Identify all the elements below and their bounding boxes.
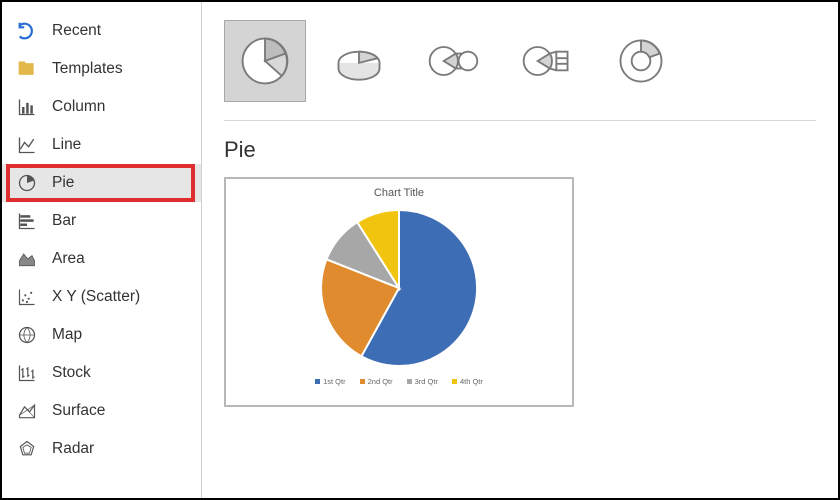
legend-item: 3rd Qtr <box>407 377 438 386</box>
chart-preview[interactable]: Chart Title 1st Qt <box>224 177 574 407</box>
column-chart-icon <box>16 96 38 118</box>
area-chart-icon <box>16 248 38 270</box>
templates-icon <box>16 58 38 80</box>
sidebar-item-recent[interactable]: Recent <box>2 12 201 50</box>
sidebar-item-label: Map <box>52 326 82 344</box>
legend-item: 1st Qtr <box>315 377 346 386</box>
subtype-pie-of-pie[interactable] <box>412 20 494 102</box>
sidebar-item-scatter[interactable]: X Y (Scatter) <box>2 278 201 316</box>
subtype-3d-pie[interactable] <box>318 20 400 102</box>
sidebar-item-pie[interactable]: Pie <box>2 164 201 202</box>
surface-chart-icon <box>16 400 38 422</box>
sidebar-item-map[interactable]: Map <box>2 316 201 354</box>
chart-legend: 1st Qtr 2nd Qtr 3rd Qtr 4th Qtr <box>315 377 483 386</box>
sidebar-item-label: Area <box>52 250 85 268</box>
main-content: Pie Chart Title <box>202 2 838 498</box>
sidebar-item-templates[interactable]: Templates <box>2 50 201 88</box>
scatter-chart-icon <box>16 286 38 308</box>
sidebar-item-label: Radar <box>52 440 94 458</box>
sidebar-item-label: Line <box>52 136 81 154</box>
chart-category-sidebar: Recent Templates Column Line Pie Bar <box>2 2 202 498</box>
sidebar-item-label: Recent <box>52 22 101 40</box>
bar-chart-icon <box>16 210 38 232</box>
sidebar-item-label: Templates <box>52 60 123 78</box>
legend-item: 2nd Qtr <box>360 377 393 386</box>
sidebar-item-line[interactable]: Line <box>2 126 201 164</box>
map-chart-icon <box>16 324 38 346</box>
sidebar-item-bar[interactable]: Bar <box>2 202 201 240</box>
recent-icon <box>16 20 38 42</box>
subtype-bar-of-pie[interactable] <box>506 20 588 102</box>
legend-item: 4th Qtr <box>452 377 483 386</box>
sidebar-item-label: Surface <box>52 402 105 420</box>
chart-title: Chart Title <box>374 187 424 199</box>
sidebar-item-label: Bar <box>52 212 76 230</box>
sidebar-item-area[interactable]: Area <box>2 240 201 278</box>
chart-subtype-row <box>224 20 816 121</box>
sidebar-item-radar[interactable]: Radar <box>2 430 201 468</box>
sidebar-item-label: Column <box>52 98 105 116</box>
subtype-pie[interactable] <box>224 20 306 102</box>
section-title: Pie <box>224 137 816 163</box>
radar-chart-icon <box>16 438 38 460</box>
sidebar-item-column[interactable]: Column <box>2 88 201 126</box>
subtype-doughnut[interactable] <box>600 20 682 102</box>
pie-chart-svg <box>309 203 489 373</box>
sidebar-item-label: X Y (Scatter) <box>52 288 140 306</box>
line-chart-icon <box>16 134 38 156</box>
sidebar-item-label: Pie <box>52 174 74 192</box>
stock-chart-icon <box>16 362 38 384</box>
sidebar-item-stock[interactable]: Stock <box>2 354 201 392</box>
sidebar-item-label: Stock <box>52 364 91 382</box>
sidebar-item-surface[interactable]: Surface <box>2 392 201 430</box>
pie-chart-icon <box>16 172 38 194</box>
